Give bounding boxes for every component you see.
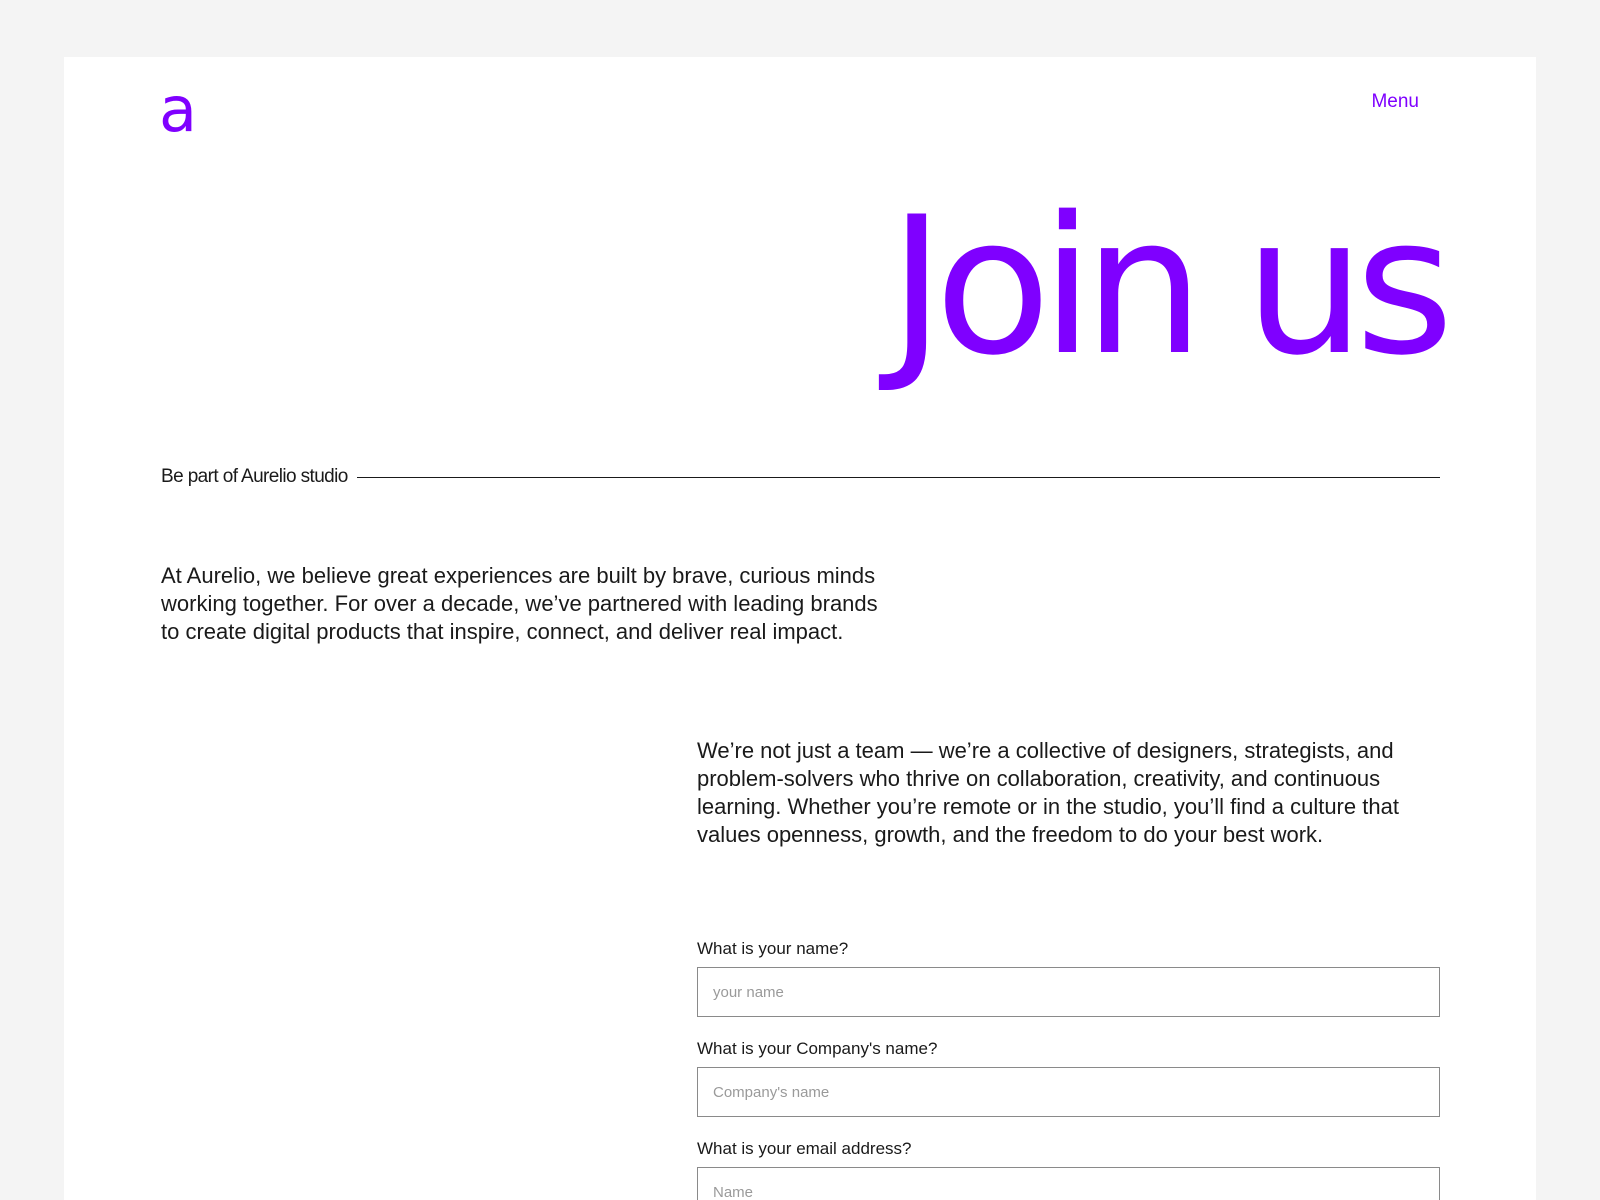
section-divider <box>356 476 1440 478</box>
email-input[interactable] <box>697 1167 1440 1200</box>
name-input[interactable] <box>697 967 1440 1017</box>
aurelio-logo[interactable]: a <box>159 79 197 141</box>
menu-button[interactable]: Menu <box>1371 91 1419 113</box>
company-field-group: What is your Company's name? <box>697 1039 1440 1117</box>
company-field-label: What is your Company's name? <box>697 1039 938 1058</box>
email-field-group: What is your email address? <box>697 1139 1440 1200</box>
company-input[interactable] <box>697 1067 1440 1117</box>
hero-title: Join us <box>888 176 1454 397</box>
name-field-group: What is your name? <box>697 939 1440 1017</box>
name-field-label: What is your name? <box>697 939 849 958</box>
section-label: Be part of Aurelio studio <box>161 466 348 487</box>
intro-paragraph: At Aurelio, we believe great experiences… <box>161 563 878 644</box>
section-header: Be part of Aurelio studio <box>161 466 1440 488</box>
join-form: What is your name? What is your Company'… <box>697 939 1440 1200</box>
culture-paragraph: We’re not just a team — we’re a collecti… <box>697 738 1399 847</box>
email-field-label: What is your email address? <box>697 1139 912 1158</box>
page-card: a Menu Join us Be part of Aurelio studio… <box>64 57 1536 1200</box>
